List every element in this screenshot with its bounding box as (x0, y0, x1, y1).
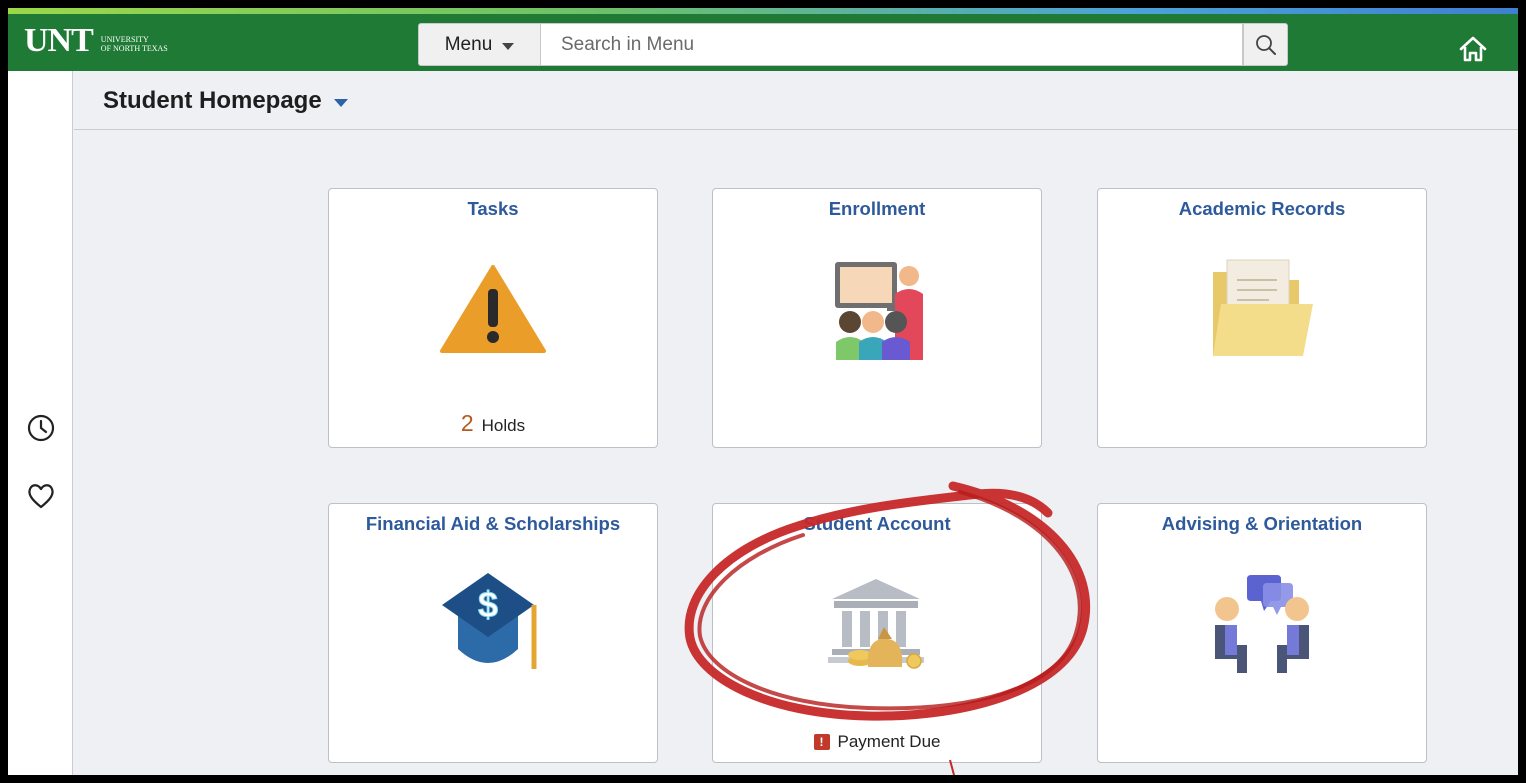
payment-due-label: Payment Due (837, 732, 941, 751)
tile-student-account[interactable]: Student Account ! Payment Due (712, 503, 1042, 763)
favorites-button[interactable] (25, 480, 57, 512)
unt-logo[interactable]: UNT University of North Texas (24, 24, 168, 58)
tile-advising-orientation[interactable]: Advising & Orientation (1097, 503, 1427, 763)
home-icon (1459, 36, 1487, 62)
bank-moneybag-icon (812, 564, 942, 684)
tile-academic-records[interactable]: Academic Records (1097, 188, 1427, 448)
menu-search-input[interactable] (541, 23, 1243, 66)
tile-title: Advising & Orientation (1161, 513, 1363, 534)
tile-footer: ! Payment Due (713, 732, 1041, 752)
holds-count: 2 (460, 410, 474, 436)
graduation-cap-dollar-icon: $ (428, 564, 558, 684)
folder-icon (1197, 249, 1327, 369)
advising-conversation-icon (1197, 564, 1327, 684)
search-button[interactable] (1243, 23, 1288, 66)
clock-icon (27, 414, 55, 442)
tile-title: Student Account (803, 513, 951, 534)
page-title-dropdown[interactable]: Student Homepage (103, 87, 348, 115)
left-rail (8, 71, 73, 775)
app-frame: UNT University of North Texas Menu (8, 8, 1518, 775)
tile-enrollment[interactable]: Enrollment (712, 188, 1042, 448)
classroom-icon (812, 249, 942, 369)
top-header: UNT University of North Texas Menu (8, 14, 1518, 71)
tile-title: Financial Aid & Scholarships (365, 513, 621, 534)
tile-title: Academic Records (1178, 198, 1346, 219)
logo-subtitle: University of North Texas (101, 35, 168, 53)
tile-financial-aid[interactable]: Financial Aid & Scholarships $ (328, 503, 658, 763)
tile-tasks[interactable]: Tasks 2 Holds (328, 188, 658, 448)
page-title: Student Homepage (103, 87, 322, 114)
search-icon (1255, 34, 1276, 55)
logo-sub-line1: University (100, 35, 149, 44)
home-button[interactable] (1455, 32, 1491, 66)
heart-icon (28, 484, 54, 509)
tile-footer: 2 Holds (329, 410, 657, 437)
warning-triangle-icon (428, 249, 558, 369)
alert-icon: ! (813, 734, 830, 750)
holds-label: Holds (481, 416, 526, 435)
chevron-down-icon (333, 99, 348, 107)
chevron-down-icon (502, 42, 515, 50)
logo-sub-line2: of North Texas (100, 44, 168, 53)
svg-text:$: $ (478, 584, 498, 625)
logo-mark: UNT (24, 22, 94, 59)
recently-visited-button[interactable] (25, 412, 57, 444)
tile-title: Tasks (467, 198, 519, 219)
menu-label: Menu (444, 33, 493, 55)
tile-title: Enrollment (828, 198, 926, 219)
menu-dropdown-button[interactable]: Menu (418, 23, 541, 66)
page-header: Student Homepage (74, 71, 1518, 130)
